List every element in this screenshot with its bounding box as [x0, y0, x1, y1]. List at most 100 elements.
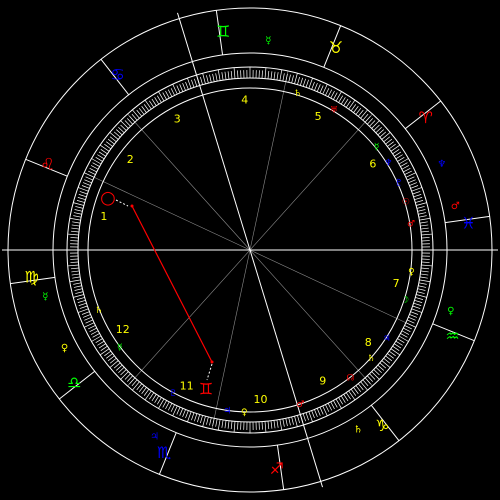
degree-tick [397, 338, 405, 344]
degree-tick [77, 197, 86, 201]
degree-tick [224, 420, 227, 429]
degree-tick [397, 156, 405, 162]
virgo-sign-icon: ♍ [24, 267, 38, 286]
degree-tick [261, 421, 263, 430]
saturn-inner-3-planet-icon: ♄ [95, 306, 103, 316]
venus-inner-2-planet-icon: ♀ [241, 408, 248, 418]
house-number-5: 5 [315, 110, 322, 123]
degree-tick [418, 285, 427, 288]
degree-tick [404, 170, 412, 175]
degree-tick [149, 100, 155, 108]
degree-tick [120, 120, 129, 129]
degree-tick [267, 421, 270, 430]
aspect-start-planet-icon: ○ [100, 188, 116, 209]
degree-tick [98, 151, 106, 157]
degree-tick [297, 76, 300, 85]
degree-tick [156, 397, 162, 405]
degree-tick [215, 73, 218, 82]
degree-tick [187, 77, 192, 89]
degree-tick [187, 411, 192, 423]
degree-tick [84, 316, 92, 321]
degree-tick [279, 69, 283, 81]
house-cusp-line [177, 12, 251, 251]
degree-tick [71, 270, 80, 273]
degree-tick [371, 371, 380, 380]
degree-tick [221, 72, 224, 81]
degree-tick [350, 104, 357, 112]
pluto-inner-2-planet-icon: ♇ [169, 389, 177, 399]
venus-right-planet-icon: ♀ [447, 306, 454, 317]
degree-tick [82, 182, 91, 186]
degree-tick [74, 209, 83, 212]
capricorn-sign-icon: ♑ [375, 416, 389, 435]
degree-tick [420, 273, 429, 276]
degree-tick [276, 419, 279, 428]
degree-tick [73, 294, 84, 298]
mercury-inner-planet-icon: ☿ [374, 142, 380, 152]
neptune-planet-icon: ♆ [437, 159, 446, 170]
cancer-sign-icon: ♋ [110, 65, 124, 84]
degree-tick [73, 202, 84, 206]
degree-tick [401, 330, 410, 335]
mars-planet-icon: ♂ [451, 201, 460, 212]
degree-tick [69, 279, 81, 283]
degree-tick [212, 73, 215, 82]
degree-tick [273, 420, 276, 429]
degree-tick [340, 395, 346, 403]
degree-tick [308, 411, 313, 423]
degree-tick [141, 106, 147, 113]
degree-tick [412, 191, 421, 195]
taurus-sign-icon: ♉ [329, 38, 343, 57]
degree-tick [194, 78, 198, 87]
degree-tick [333, 400, 338, 408]
degree-tick [417, 288, 426, 291]
degree-tick [353, 106, 359, 113]
degree-tick [95, 156, 103, 162]
degree-tick [316, 84, 321, 92]
degree-tick [338, 397, 344, 405]
degree-tick [109, 360, 119, 368]
degree-tick [95, 338, 103, 344]
degree-tick [288, 417, 291, 426]
degree-tick [100, 149, 108, 155]
degree-tick [412, 305, 421, 309]
degree-tick [400, 333, 408, 338]
degree-tick [217, 419, 221, 431]
jupiter-inner-2-planet-icon: ♃ [223, 406, 231, 416]
house-number-11: 11 [180, 379, 194, 392]
degree-tick [400, 162, 408, 167]
degree-tick [345, 392, 351, 400]
sun-planet-icon: ☉ [402, 197, 410, 207]
degree-tick [73, 215, 82, 218]
degree-tick [348, 99, 356, 110]
house-cusp-line [249, 113, 373, 251]
degree-tick [270, 71, 273, 80]
degree-tick [325, 404, 330, 412]
degree-tick [170, 404, 175, 412]
degree-tick [67, 264, 79, 267]
degree-tick [71, 273, 80, 276]
degree-tick [387, 141, 394, 147]
degree-tick [151, 394, 157, 402]
degree-tick [420, 270, 429, 273]
degree-tick [191, 79, 195, 88]
house-cusp-line [84, 172, 251, 251]
house-cusp-line [211, 249, 251, 430]
degree-tick [143, 388, 150, 396]
degree-tick [237, 421, 239, 430]
degree-tick [421, 261, 430, 263]
degree-tick [279, 419, 283, 431]
degree-tick [82, 314, 91, 318]
degree-tick [70, 230, 79, 233]
degree-tick [327, 403, 333, 411]
degree-tick [194, 413, 198, 422]
degree-tick [81, 185, 90, 189]
degree-tick [413, 194, 422, 198]
degree-tick [74, 288, 83, 291]
degree-tick [343, 394, 349, 402]
aries-sign-icon: ♈ [419, 108, 433, 127]
degree-tick [403, 327, 411, 333]
degree-tick [170, 88, 175, 96]
degree-tick [302, 78, 306, 87]
degree-tick [319, 85, 324, 94]
